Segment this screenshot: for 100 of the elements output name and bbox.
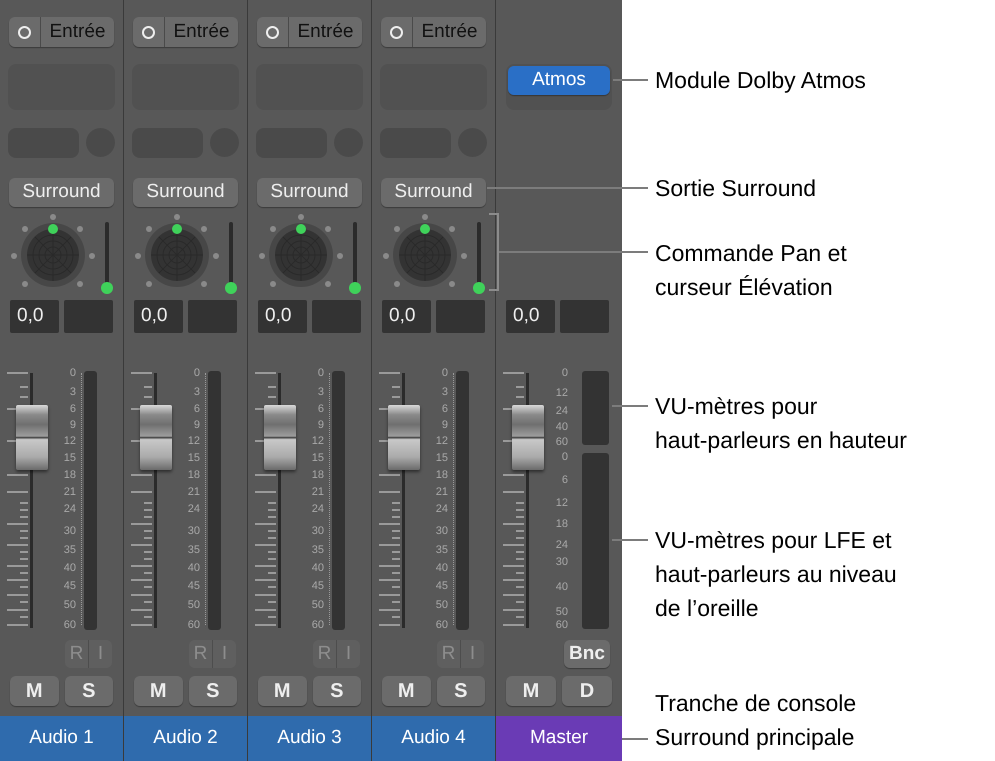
meter-scale-label: 15 xyxy=(434,452,448,464)
pan-value-field[interactable]: 0,0 xyxy=(258,300,307,333)
meter-scale-label: 50 xyxy=(434,599,448,611)
fader-handle[interactable] xyxy=(388,404,420,470)
channel-name[interactable]: Master xyxy=(496,716,622,761)
meter-scale-label: 45 xyxy=(310,580,324,592)
channel-name[interactable]: Audio 1 xyxy=(0,716,123,761)
meter-scale-label: 0 xyxy=(440,367,448,379)
meter-scale-label: 60 xyxy=(434,619,448,631)
mute-button[interactable]: M xyxy=(258,676,306,706)
output-button[interactable]: Surround xyxy=(133,178,238,207)
output-button[interactable]: Surround xyxy=(9,178,114,207)
mute-button[interactable]: M xyxy=(134,676,182,706)
meter-scale-label: 30 xyxy=(554,556,568,568)
solo-button[interactable]: S xyxy=(188,676,237,706)
meter-scale-label: 6 xyxy=(440,403,448,415)
meter-scale-label: 45 xyxy=(62,580,76,592)
meter-scale-label: 40 xyxy=(310,562,324,574)
meter-scale-label: 3 xyxy=(440,386,448,398)
meter-scale-label: 12 xyxy=(554,387,568,399)
meter-scale-label: 0 xyxy=(316,367,324,379)
meter-scale-label: 30 xyxy=(186,525,200,537)
meter-scale-label: 0 xyxy=(560,367,568,379)
meter-scale-label: 40 xyxy=(62,562,76,574)
meter-scale-label: 9 xyxy=(440,419,448,431)
meter-scale-label: 0 xyxy=(192,367,200,379)
value-field xyxy=(312,300,361,333)
meter-scale-label: 24 xyxy=(62,503,76,515)
leader-line xyxy=(622,738,648,740)
meter-scale-label: 50 xyxy=(62,599,76,611)
meter-scale-label: 6 xyxy=(192,403,200,415)
fader-handle[interactable] xyxy=(140,404,172,470)
output-button[interactable]: Surround xyxy=(257,178,362,207)
fader-handle[interactable] xyxy=(512,404,544,470)
meter-scale-label: 9 xyxy=(192,419,200,431)
output-button[interactable]: Surround xyxy=(381,178,486,207)
meter-scale-label: 3 xyxy=(68,386,76,398)
meter-scale-label: 30 xyxy=(310,525,324,537)
value-field xyxy=(560,300,609,333)
meter-scale-label: 6 xyxy=(560,474,568,486)
bounce-button[interactable]: Bnc xyxy=(564,640,610,668)
meter-scale-label: 18 xyxy=(62,469,76,481)
meter-scale-label: 24 xyxy=(554,405,568,417)
meter-scale-label: 21 xyxy=(434,486,448,498)
solo-button[interactable]: S xyxy=(436,676,485,706)
callout-label: VU-mètres pour haut-parleurs en hauteur xyxy=(655,392,908,455)
meter-scale-label: 60 xyxy=(554,436,568,448)
input-button[interactable]: Entrée xyxy=(381,17,486,47)
solo-button[interactable]: S xyxy=(64,676,113,706)
callout-label: Tranche de console Surround principale xyxy=(655,689,858,752)
meter-scale-label: 3 xyxy=(192,386,200,398)
slider-thumb[interactable] xyxy=(473,282,485,294)
meter-scale-label: 15 xyxy=(186,452,200,464)
mute-button[interactable]: M xyxy=(10,676,58,706)
input-button[interactable]: Entrée xyxy=(257,17,362,47)
meter-scale-label: 35 xyxy=(62,544,76,556)
meter-scale-label: 12 xyxy=(186,435,200,447)
meter-scale-label: 9 xyxy=(68,419,76,431)
pan-value-field[interactable]: 0,0 xyxy=(10,300,59,333)
mute-button[interactable]: M xyxy=(506,676,556,706)
meter-scale-label: 12 xyxy=(554,497,568,509)
fader-handle[interactable] xyxy=(264,404,296,470)
channel-name[interactable]: Audio 4 xyxy=(372,716,495,761)
slider-thumb[interactable] xyxy=(349,282,361,294)
slider-thumb[interactable] xyxy=(225,282,237,294)
meter-scale-label: 35 xyxy=(186,544,200,556)
callout-label: Module Dolby Atmos xyxy=(655,66,867,95)
meter-scale-label: 24 xyxy=(434,503,448,515)
value-field xyxy=(188,300,237,333)
meter-scale-label: 40 xyxy=(186,562,200,574)
meter-scale-label: 24 xyxy=(186,503,200,515)
pan-value-field[interactable]: 0,0 xyxy=(382,300,431,333)
pan-value-field[interactable]: 0,0 xyxy=(506,300,555,333)
meter-scale-label: 15 xyxy=(310,452,324,464)
meter-scale-label: 35 xyxy=(310,544,324,556)
plugin-button[interactable]: Atmos xyxy=(508,66,610,95)
pan-value-field[interactable]: 0,0 xyxy=(134,300,183,333)
meter-scale-label: 15 xyxy=(62,452,76,464)
mute-button[interactable]: M xyxy=(382,676,430,706)
meter-scale-label: 12 xyxy=(310,435,324,447)
meter-scale-label: 40 xyxy=(434,562,448,574)
meter-scale-label: 6 xyxy=(316,403,324,415)
meter-scale-label: 60 xyxy=(62,619,76,631)
meter-scale-label: 21 xyxy=(310,486,324,498)
meter-scale-label: 18 xyxy=(310,469,324,481)
input-button[interactable]: Entrée xyxy=(9,17,114,47)
fader-handle[interactable] xyxy=(16,404,48,470)
callout-label: Commande Pan et curseur Élévation xyxy=(655,239,848,302)
meter-scale-label: 0 xyxy=(68,367,76,379)
meter-scale-label: 6 xyxy=(68,403,76,415)
meter-scale-label: 60 xyxy=(554,619,568,631)
meter-scale-label: 60 xyxy=(186,619,200,631)
input-button[interactable]: Entrée xyxy=(133,17,238,47)
slider-thumb[interactable] xyxy=(101,282,113,294)
channel-name[interactable]: Audio 2 xyxy=(124,716,247,761)
solo-button[interactable]: S xyxy=(312,676,361,706)
meter-scale-label: 30 xyxy=(434,525,448,537)
meter-scale-label: 60 xyxy=(310,619,324,631)
dim-button[interactable]: D xyxy=(562,676,612,706)
channel-name[interactable]: Audio 3 xyxy=(248,716,371,761)
